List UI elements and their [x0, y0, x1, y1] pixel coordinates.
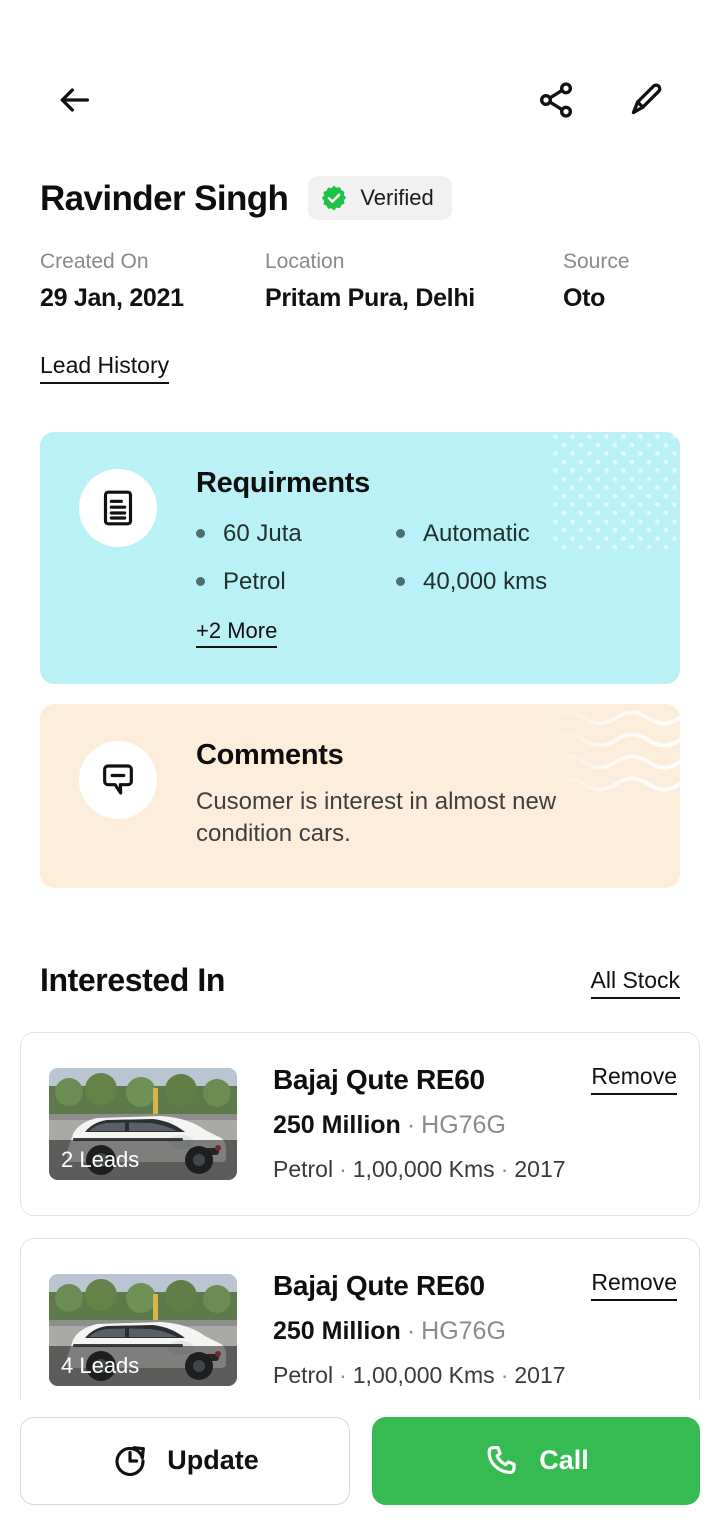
comments-body: Comments Cusomer is interest in almost n… — [196, 704, 596, 888]
document-icon — [103, 490, 133, 526]
clock-refresh-icon — [115, 1445, 146, 1476]
list-item: Automatic — [396, 520, 596, 548]
requirement-label: Petrol — [223, 567, 286, 595]
vehicle-specs-row: Petrol · 1,00,000 Kms · 2017 — [273, 1156, 591, 1183]
comments-card: Comments Cusomer is interest in almost n… — [40, 704, 680, 888]
interested-in-header: Interested In All Stock — [40, 962, 680, 999]
vehicle-fuel: Petrol — [273, 1362, 334, 1389]
vehicle-price: 250 Million — [273, 1317, 401, 1346]
meta-label: Source — [563, 250, 630, 273]
leads-count-badge: 2 Leads — [49, 1140, 237, 1180]
list-item: Petrol — [196, 568, 396, 596]
list-item[interactable]: 2 Leads Bajaj Qute RE60 250 Million · HG76… — [20, 1032, 700, 1216]
status-badge: Verified — [308, 176, 452, 220]
vehicle-title: Bajaj Qute RE60 — [273, 1269, 485, 1301]
comments-title: Comments — [196, 739, 344, 771]
bottom-action-bar: Update Call — [0, 1400, 720, 1520]
share-button[interactable] — [528, 72, 584, 128]
meta-label: Location — [265, 250, 345, 273]
vehicle-registration: HG76G — [421, 1317, 506, 1346]
comments-card-inner: Comments Cusomer is interest in almost n… — [40, 704, 680, 888]
leads-count-badge: 4 Leads — [49, 1346, 237, 1386]
vehicle-fuel: Petrol — [273, 1156, 334, 1183]
show-more-requirements-link[interactable]: +2 More — [196, 618, 278, 648]
back-button[interactable] — [46, 72, 102, 128]
bullet-icon — [196, 577, 205, 587]
list-item: 40,000 kms — [396, 568, 596, 596]
remove-vehicle-link[interactable]: Remove — [591, 1269, 677, 1301]
page-title: Ravinder Singh — [40, 178, 289, 218]
requirements-card: Requirments 60 Juta Automatic Petrol 40,… — [40, 432, 680, 684]
app-bar — [0, 60, 720, 140]
vehicle-registration: HG76G — [421, 1111, 506, 1140]
lead-meta-row: Created On 29 Jan, 2021 Location Pritam … — [40, 250, 680, 313]
vehicle-info: Bajaj Qute RE60 250 Million · HG76G Petrol… — [273, 1063, 591, 1184]
call-button[interactable]: Call — [372, 1416, 700, 1505]
phone-icon — [487, 1445, 516, 1474]
list-item: 60 Juta — [196, 520, 396, 548]
pencil-icon — [631, 83, 662, 115]
vehicle-specs-row: Petrol · 1,00,000 Kms · 2017 — [273, 1362, 591, 1389]
all-stock-link[interactable]: All Stock — [590, 967, 680, 999]
meta-value: Pritam Pura, Delhi — [265, 284, 475, 313]
meta-location: Location Pritam Pura, Delhi — [265, 250, 563, 313]
vehicle-info: Bajaj Qute RE60 250 Million · HG76G Petrol… — [273, 1269, 591, 1390]
requirements-icon-circle — [79, 469, 157, 547]
comments-icon-circle — [79, 741, 157, 819]
lead-history-link[interactable]: Lead History — [40, 352, 170, 384]
requirements-title: Requirments — [196, 467, 370, 499]
vehicle-kms: 1,00,000 Kms — [352, 1156, 495, 1183]
meta-created-on: Created On 29 Jan, 2021 — [40, 250, 265, 313]
vehicle-year: 2017 — [514, 1156, 566, 1183]
meta-source: Source Oto — [563, 250, 630, 313]
list-item[interactable]: 4 Leads Bajaj Qute RE60 250 Million · HG76… — [20, 1238, 700, 1422]
vehicle-thumbnail[interactable]: 2 Leads — [49, 1068, 237, 1180]
verified-check-icon — [322, 185, 347, 211]
bullet-icon — [196, 529, 205, 539]
verified-label: Verified — [360, 185, 434, 210]
remove-vehicle-link[interactable]: Remove — [591, 1063, 677, 1095]
separator-dot: · — [500, 1362, 509, 1389]
requirements-card-inner: Requirments 60 Juta Automatic Petrol 40,… — [40, 432, 680, 684]
arrow-left-icon — [60, 88, 90, 112]
vehicle-kms: 1,00,000 Kms — [352, 1362, 495, 1389]
vehicle-price-row: 250 Million · HG76G — [273, 1317, 591, 1346]
requirement-label: Automatic — [423, 519, 530, 547]
requirement-label: 60 Juta — [223, 519, 302, 547]
requirements-body: Requirments 60 Juta Automatic Petrol 40,… — [196, 432, 596, 684]
comments-text: Cusomer is interest in almost new condit… — [196, 787, 557, 848]
comment-bubble-icon — [103, 764, 133, 795]
requirements-list: 60 Juta Automatic Petrol 40,000 kms — [196, 520, 596, 596]
call-button-label: Call — [539, 1445, 589, 1475]
share-icon — [540, 82, 572, 118]
separator-dot: · — [500, 1156, 509, 1183]
separator-dot: · — [339, 1362, 347, 1389]
vehicle-thumbnail[interactable]: 4 Leads — [49, 1274, 237, 1386]
lead-title-row: Ravinder Singh Verified — [40, 176, 680, 220]
separator-dot: · — [406, 1111, 416, 1140]
separator-dot: · — [406, 1317, 416, 1346]
update-button[interactable]: Update — [20, 1416, 350, 1505]
separator-dot: · — [339, 1156, 347, 1183]
bullet-icon — [396, 577, 405, 587]
vehicle-price: 250 Million — [273, 1111, 401, 1140]
edit-button[interactable] — [618, 72, 674, 128]
vehicle-price-row: 250 Million · HG76G — [273, 1111, 591, 1140]
meta-label: Created On — [40, 250, 149, 273]
update-button-label: Update — [167, 1445, 259, 1475]
vehicle-title: Bajaj Qute RE60 — [273, 1063, 485, 1095]
vehicle-year: 2017 — [514, 1362, 566, 1389]
section-title: Interested In — [40, 962, 226, 998]
requirement-label: 40,000 kms — [423, 567, 548, 595]
meta-value: 29 Jan, 2021 — [40, 284, 184, 313]
bullet-icon — [396, 529, 405, 539]
meta-value: Oto — [563, 284, 606, 313]
